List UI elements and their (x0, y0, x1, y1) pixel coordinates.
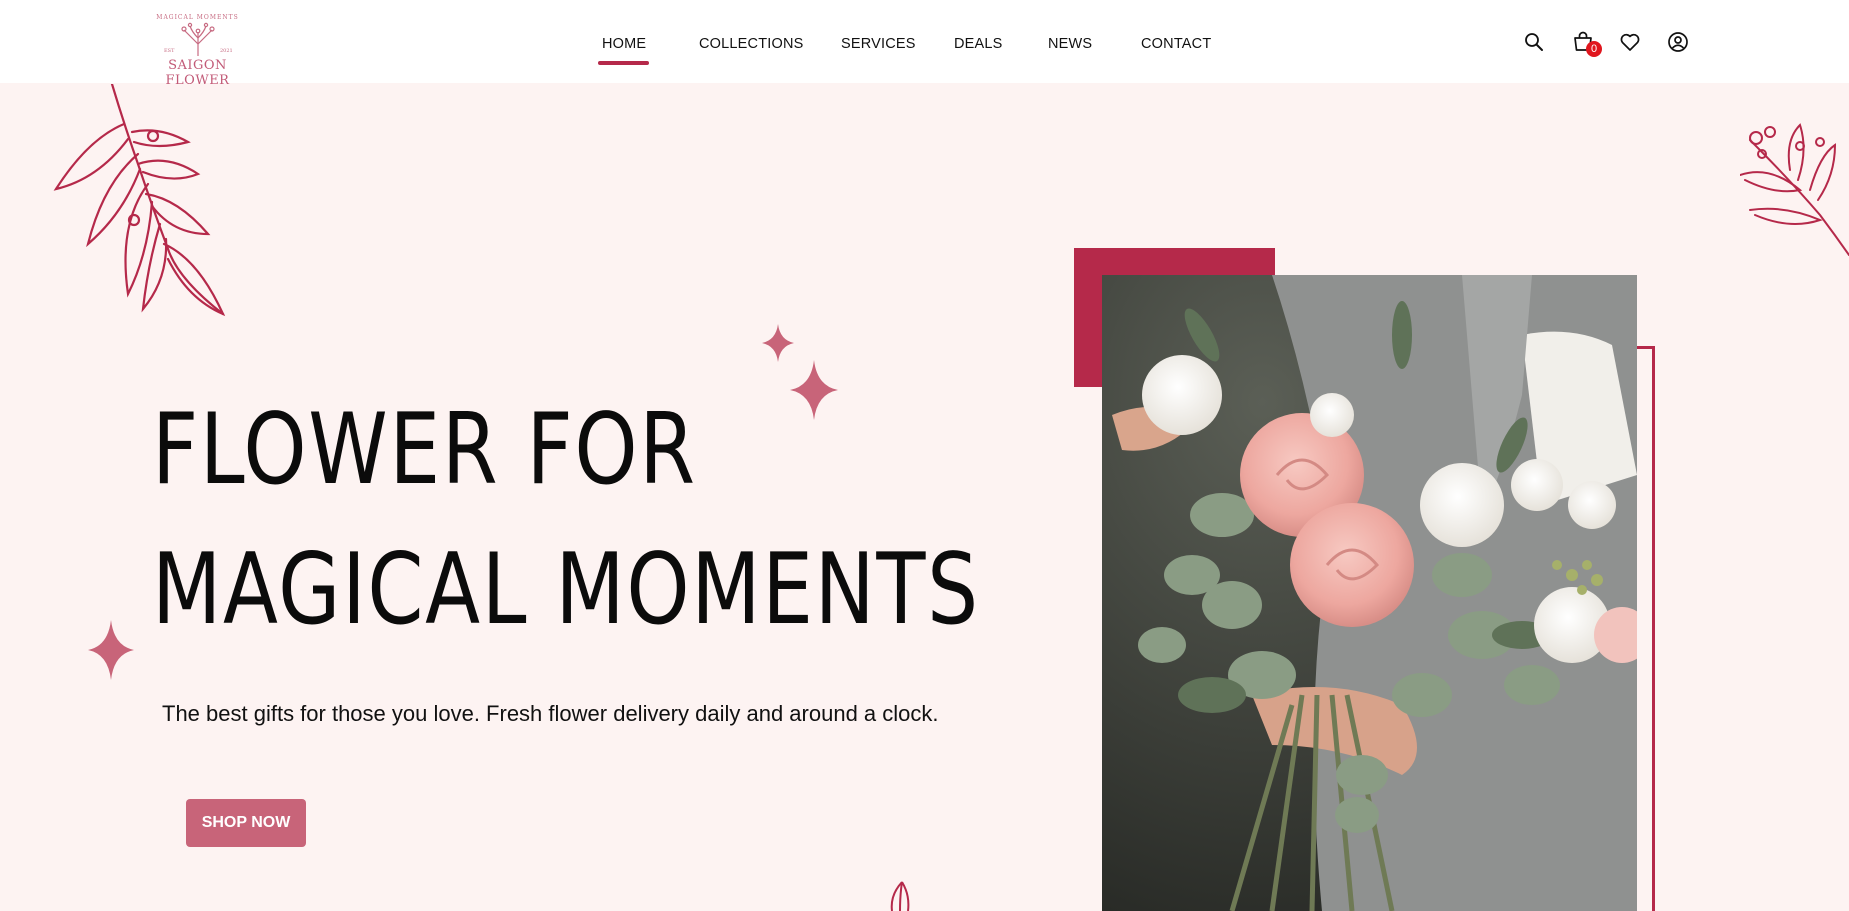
nav-item-contact[interactable]: CONTACT (1141, 36, 1211, 52)
user-circle-icon[interactable] (1666, 30, 1690, 54)
nav-item-news[interactable]: NEWS (1048, 36, 1092, 52)
leaf-branch-icon (53, 84, 226, 317)
hero-subtitle: The best gifts for those you love. Fresh… (162, 701, 939, 726)
site-header: MAGICAL MOMENTS EST 2021 SAIGON FLOWER H… (0, 0, 1849, 88)
leaf-branch-icon (1740, 123, 1849, 256)
heart-icon[interactable] (1618, 30, 1642, 54)
sparkle-icon (762, 324, 794, 362)
brand-tagline: MAGICAL MOMENTS (156, 14, 239, 21)
nav-item-collections[interactable]: COLLECTIONS (699, 36, 804, 52)
sparkle-icon (88, 620, 134, 680)
brand-year: 2021 (220, 48, 233, 54)
nav-active-indicator (598, 61, 649, 65)
nav-item-home[interactable]: HOME (602, 36, 646, 52)
accent-frame-outline (1636, 346, 1655, 911)
hero-title-line1: FLOWER FOR (152, 393, 697, 507)
nav-item-deals[interactable]: DEALS (954, 36, 1003, 52)
hero-bouquet-image (1102, 275, 1637, 911)
cart-count-badge: 0 (1586, 41, 1602, 57)
leaf-branch-icon (890, 881, 910, 911)
search-icon[interactable] (1522, 30, 1546, 54)
hero-title-line2: MAGICAL MOMENTS (152, 533, 980, 647)
brand-est: EST (164, 48, 175, 54)
flower-logo-icon (181, 22, 215, 56)
brand-logo[interactable]: MAGICAL MOMENTS EST 2021 SAIGON FLOWER (140, 10, 255, 88)
nav-item-services[interactable]: SERVICES (841, 36, 916, 52)
shop-now-button[interactable]: SHOP NOW (186, 799, 306, 847)
sparkle-icon (790, 360, 838, 420)
